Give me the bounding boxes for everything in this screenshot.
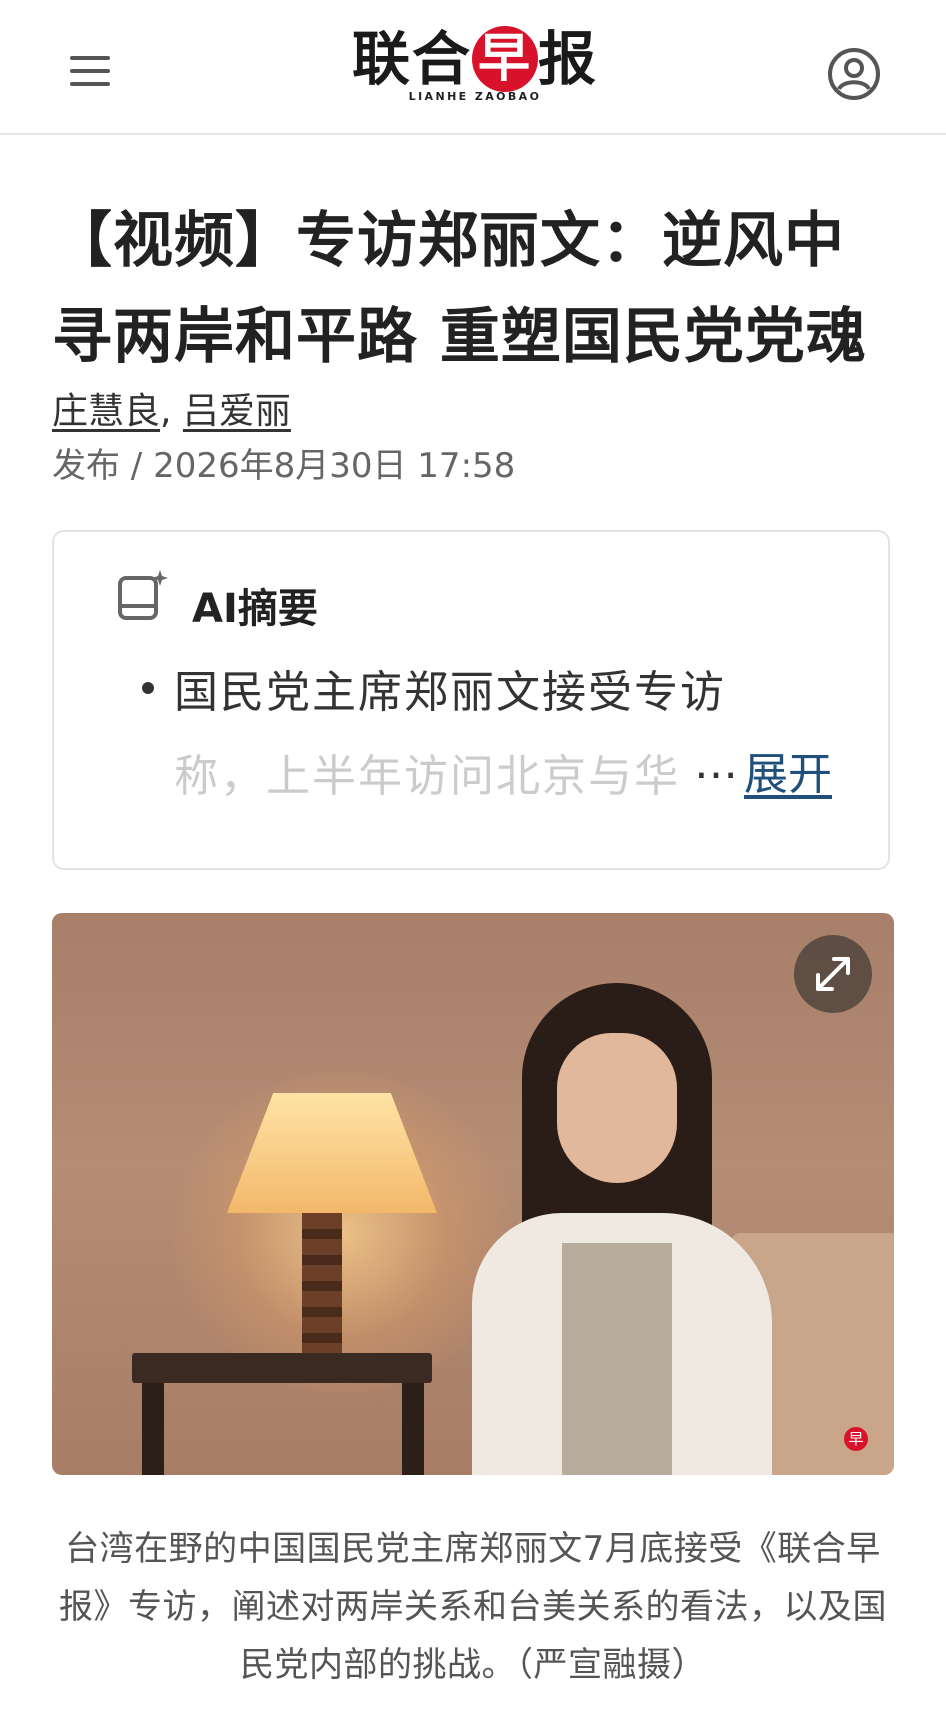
bullet-dot	[142, 682, 154, 694]
summary-line: 国民党主席郑丽文接受专访	[174, 667, 726, 718]
user-account-icon[interactable]	[826, 46, 882, 102]
article-title: 【视频】专访郑丽文：逆风中寻两岸和平路 重塑国民党党魂	[52, 206, 867, 372]
publish-date: 发布 / 2026年8月30日 17:58	[52, 446, 516, 486]
article-photo[interactable]: 早	[52, 913, 894, 1475]
summary-ellipsis: …	[694, 738, 738, 789]
top-header: 联合早报 LIANHE ZAOBAO	[0, 0, 946, 135]
photo-caption: 台湾在野的中国国民党主席郑丽文7月底接受《联合早报》专访，阐述对两岸关系和台美关…	[59, 1529, 887, 1685]
expand-fullscreen-icon[interactable]	[794, 935, 872, 1013]
watermark-logo: 早	[844, 1427, 868, 1451]
hamburger-menu-icon[interactable]	[70, 56, 114, 92]
author-link[interactable]: 庄慧良	[52, 391, 160, 432]
author-link[interactable]: 吕爱丽	[183, 391, 291, 432]
ai-summary-icon	[114, 568, 170, 624]
site-logo[interactable]: 联合早报 LIANHE ZAOBAO	[330, 26, 620, 116]
author-separator: ,	[160, 391, 183, 432]
expand-summary-link[interactable]: 展开	[744, 738, 832, 802]
ai-summary-title: AI摘要	[192, 586, 318, 632]
ai-summary-card: AI摘要 国民党主席郑丽文接受专访 称，上半年访问北京与华 … 展开	[52, 530, 890, 870]
summary-line-faded: 称，上半年访问北京与华	[174, 751, 680, 802]
article-authors: 庄慧良, 吕爱丽	[52, 382, 291, 434]
